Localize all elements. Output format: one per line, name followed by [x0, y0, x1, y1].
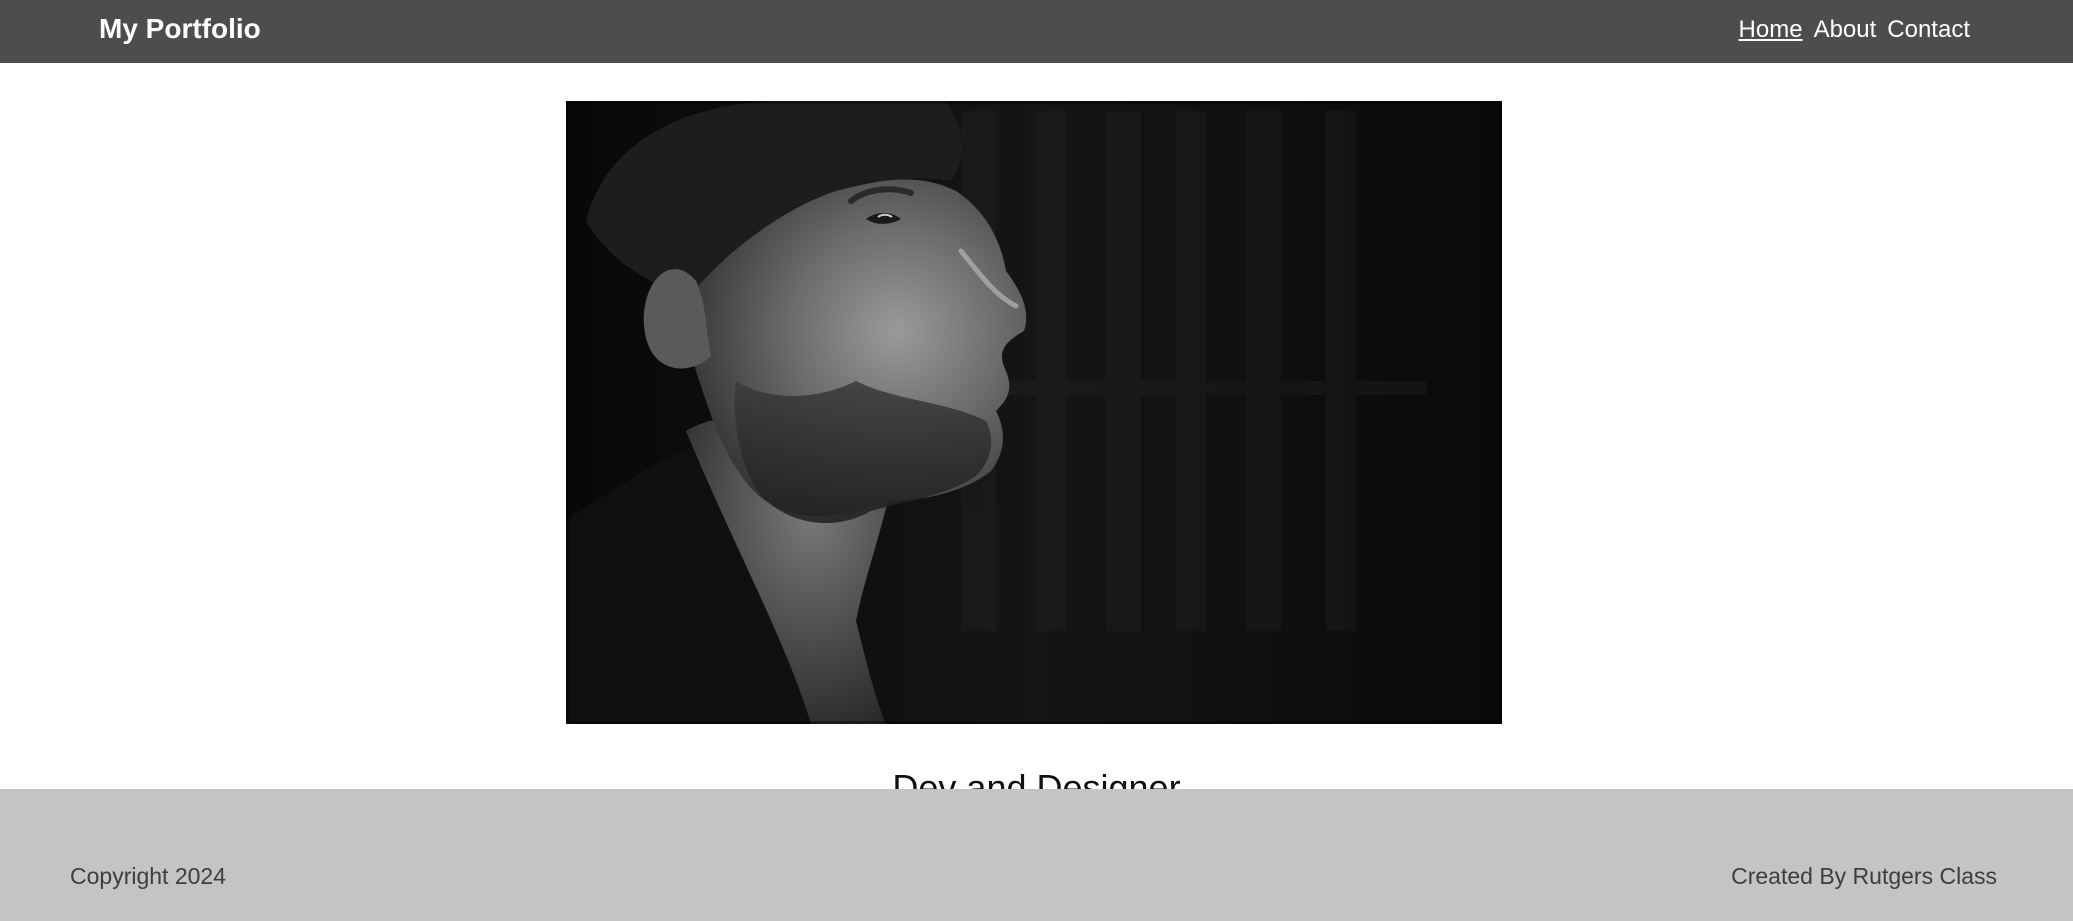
brand-link[interactable]: My Portfolio: [99, 13, 261, 45]
nav-link-about[interactable]: About: [1814, 16, 1877, 44]
footer-credit: Created By Rutgers Class: [1731, 863, 1997, 889]
portrait-illustration: [566, 101, 1502, 724]
footer: Copyright 2024 Created By Rutgers Class: [0, 789, 2073, 921]
navbar: My Portfolio Home About Contact: [0, 0, 2073, 63]
nav-links: Home About Contact: [1739, 16, 1970, 44]
nav-link-home[interactable]: Home: [1739, 16, 1803, 44]
page: My Portfolio Home About Contact Dev and …: [0, 0, 2073, 921]
nav-link-contact[interactable]: Contact: [1887, 16, 1970, 44]
hero-portrait-image: [566, 101, 1502, 724]
footer-copyright: Copyright 2024: [70, 863, 226, 889]
